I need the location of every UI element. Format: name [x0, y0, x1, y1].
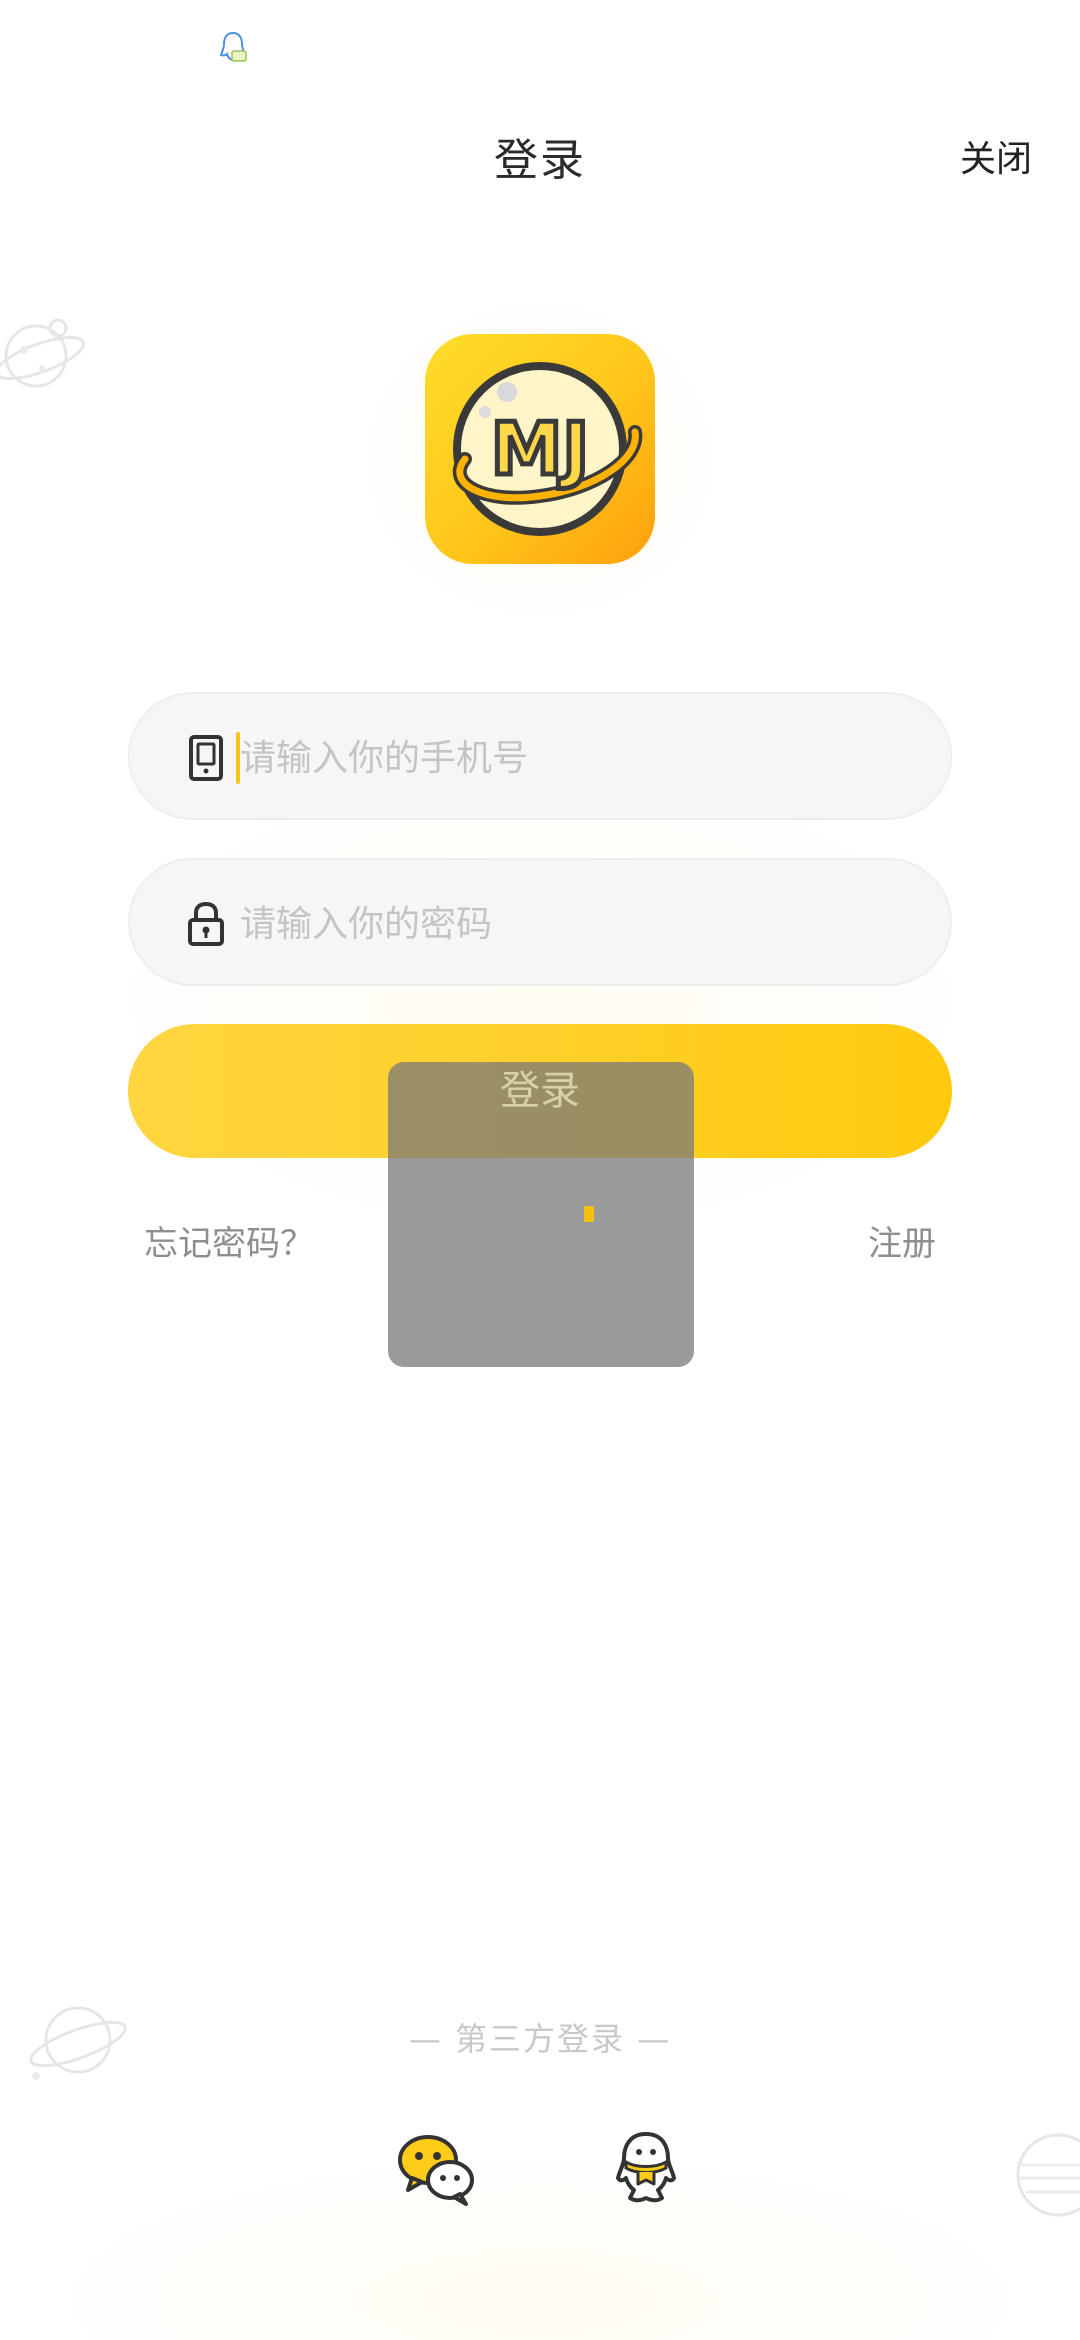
app-logo: MJ [425, 334, 655, 564]
page-title: 登录 [494, 135, 586, 186]
loading-indicator [584, 1206, 594, 1222]
close-button[interactable]: 关闭 [960, 130, 1032, 182]
phone-icon [189, 735, 223, 781]
password-input[interactable] [240, 884, 900, 964]
third-party-login-label: — 第三方登录 — [408, 2020, 672, 2058]
phone-input[interactable] [240, 718, 900, 798]
password-field[interactable] [128, 858, 952, 986]
planet-decoration-icon [1016, 2133, 1080, 2217]
lock-icon [188, 901, 224, 946]
logo-text: MJ [491, 407, 589, 491]
loading-dialog [388, 1062, 694, 1367]
qq-notification-icon [219, 31, 247, 62]
register-link[interactable]: 注册 [868, 1216, 936, 1265]
bottom-glow [0, 2140, 1080, 2340]
qq-icon[interactable] [606, 2128, 686, 2208]
logo-moon-icon: MJ [452, 362, 643, 536]
planet-decoration-icon [0, 318, 85, 388]
phone-field[interactable] [128, 692, 952, 820]
wechat-icon[interactable] [396, 2128, 476, 2208]
forgot-password-link[interactable]: 忘记密码？ [144, 1216, 314, 1265]
